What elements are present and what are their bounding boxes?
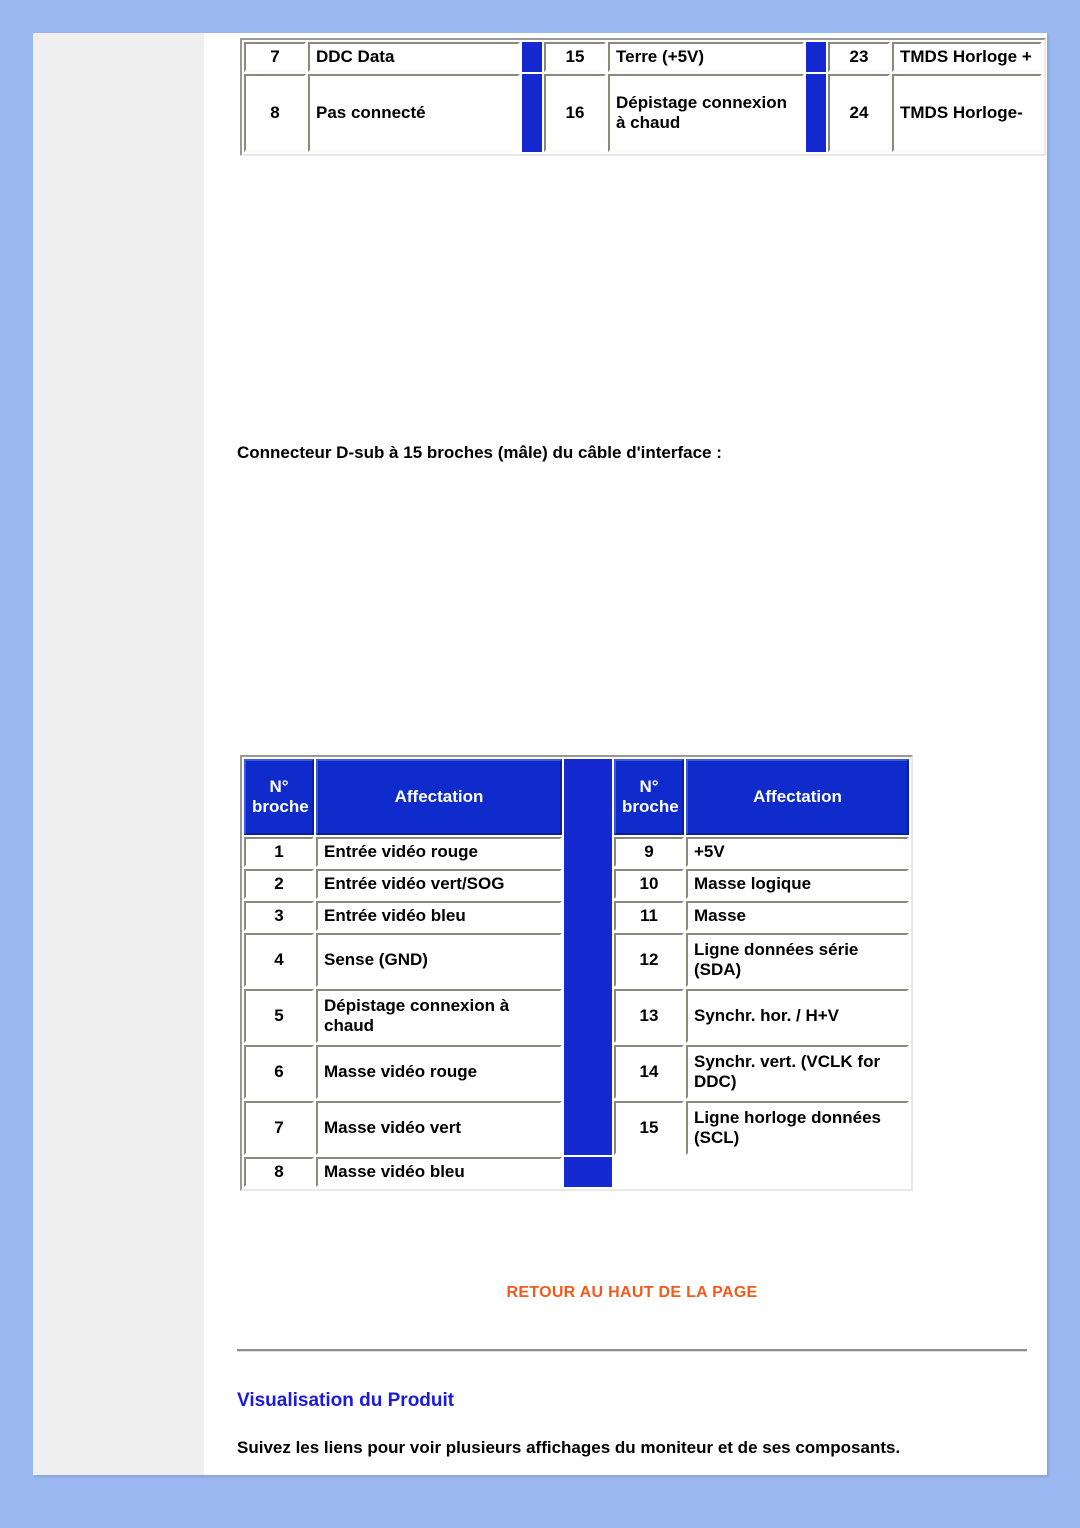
pin-number: 23: [828, 42, 890, 72]
pin-assignment: +5V: [686, 837, 909, 867]
column-separator: [564, 1156, 612, 1187]
pin-assignment: Entrée vidéo vert/SOG: [316, 868, 562, 899]
column-separator: [564, 759, 612, 1155]
table-header-row: N° broche Affectation N° broche Affectat…: [244, 759, 909, 1155]
pin-number: 24: [828, 73, 890, 152]
table-row: 7 DDC Data 15 Terre (+5V) 23 TMDS Horlog…: [244, 42, 1042, 72]
pin-assignment: Masse: [686, 900, 909, 931]
header-pin-line2: broche: [252, 797, 309, 816]
pin-number: 1: [244, 837, 314, 867]
table-row: 8 Pas connecté 16 Dépistage connexion à …: [244, 73, 1042, 152]
content-area: 7 DDC Data 15 Terre (+5V) 23 TMDS Horlog…: [204, 33, 1047, 1475]
pin-number: 6: [244, 1044, 314, 1099]
pin-assignment: Sense (GND): [316, 932, 562, 987]
pin-number: 12: [614, 932, 684, 987]
pin-number: 3: [244, 900, 314, 931]
pin-assignment: Synchr. hor. / H+V: [686, 988, 909, 1043]
header-pin-line1: N°: [269, 777, 289, 797]
dsub-connector-caption: Connecteur D-sub à 15 broches (mâle) du …: [237, 443, 722, 462]
header-assignment-right: Affectation: [686, 759, 909, 835]
pin-assignment: Terre (+5V): [608, 42, 804, 72]
pin-assignment: Entrée vidéo bleu: [316, 900, 562, 931]
pin-number: 15: [544, 42, 606, 72]
header-pin-number-right: N° broche: [614, 759, 684, 835]
column-separator: [806, 73, 826, 152]
pin-number: 11: [614, 900, 684, 931]
header-assignment-left: Affectation: [316, 759, 562, 835]
header-pin-number-left: N° broche: [244, 759, 314, 835]
pin-assignment: Pas connecté: [308, 73, 520, 152]
follow-links-text: Suivez les liens pour voir plusieurs aff…: [237, 1438, 901, 1457]
pin-assignment: TMDS Horloge-: [892, 73, 1042, 152]
pin-number: 9: [614, 837, 684, 867]
pin-number: 8: [244, 73, 306, 152]
pin-number: 8: [244, 1156, 314, 1187]
pin-number: 7: [244, 42, 306, 72]
pin-number: 14: [614, 1044, 684, 1099]
pin-assignment: Entrée vidéo rouge: [316, 837, 562, 867]
pin-assignment: Ligne données série (SDA): [686, 932, 909, 987]
pin-assignment: Ligne horloge données (SCL): [686, 1100, 909, 1155]
page-title: Visualisation du Produit: [237, 1390, 455, 1411]
pin-assignment: Masse logique: [686, 868, 909, 899]
pin-number: 13: [614, 988, 684, 1043]
table-row: 8 Masse vidéo bleu: [244, 1156, 909, 1187]
page-frame: 7 DDC Data 15 Terre (+5V) 23 TMDS Horlog…: [33, 33, 1047, 1475]
dsub-pin-table-wrap: N° broche Affectation N° broche Affectat…: [240, 755, 913, 1191]
pin-assignment: Synchr. vert. (VCLK for DDC): [686, 1044, 909, 1099]
empty-cell: [686, 1156, 909, 1187]
pin-number: 2: [244, 868, 314, 899]
horizontal-divider: [237, 1349, 1027, 1352]
pin-assignment: Dépistage connexion à chaud: [608, 73, 804, 152]
header-pin-line1: N°: [639, 777, 659, 797]
pin-number: 5: [244, 988, 314, 1043]
column-separator: [806, 42, 826, 72]
pin-number: 15: [614, 1100, 684, 1155]
pin-assignment: Masse vidéo bleu: [316, 1156, 562, 1187]
dsub-pin-table: N° broche Affectation N° broche Affectat…: [240, 755, 913, 1191]
empty-cell: [614, 1156, 684, 1187]
dvi-pin-table: 7 DDC Data 15 Terre (+5V) 23 TMDS Horlog…: [240, 38, 1046, 156]
pin-number: 16: [544, 73, 606, 152]
pin-number: 10: [614, 868, 684, 899]
back-to-top-link[interactable]: RETOUR AU HAUT DE LA PAGE: [237, 1284, 1027, 1302]
pin-assignment: Dépistage connexion à chaud: [316, 988, 562, 1043]
pin-number: 4: [244, 932, 314, 987]
left-navigation-rail: [33, 33, 204, 1475]
column-separator: [522, 73, 542, 152]
pin-number: 7: [244, 1100, 314, 1155]
pin-assignment: DDC Data: [308, 42, 520, 72]
dvi-pin-table-continued: 7 DDC Data 15 Terre (+5V) 23 TMDS Horlog…: [240, 38, 1046, 156]
header-pin-line2: broche: [622, 797, 679, 816]
pin-assignment: Masse vidéo rouge: [316, 1044, 562, 1099]
column-separator: [522, 42, 542, 72]
pin-assignment: TMDS Horloge +: [892, 42, 1042, 72]
pin-assignment: Masse vidéo vert: [316, 1100, 562, 1155]
